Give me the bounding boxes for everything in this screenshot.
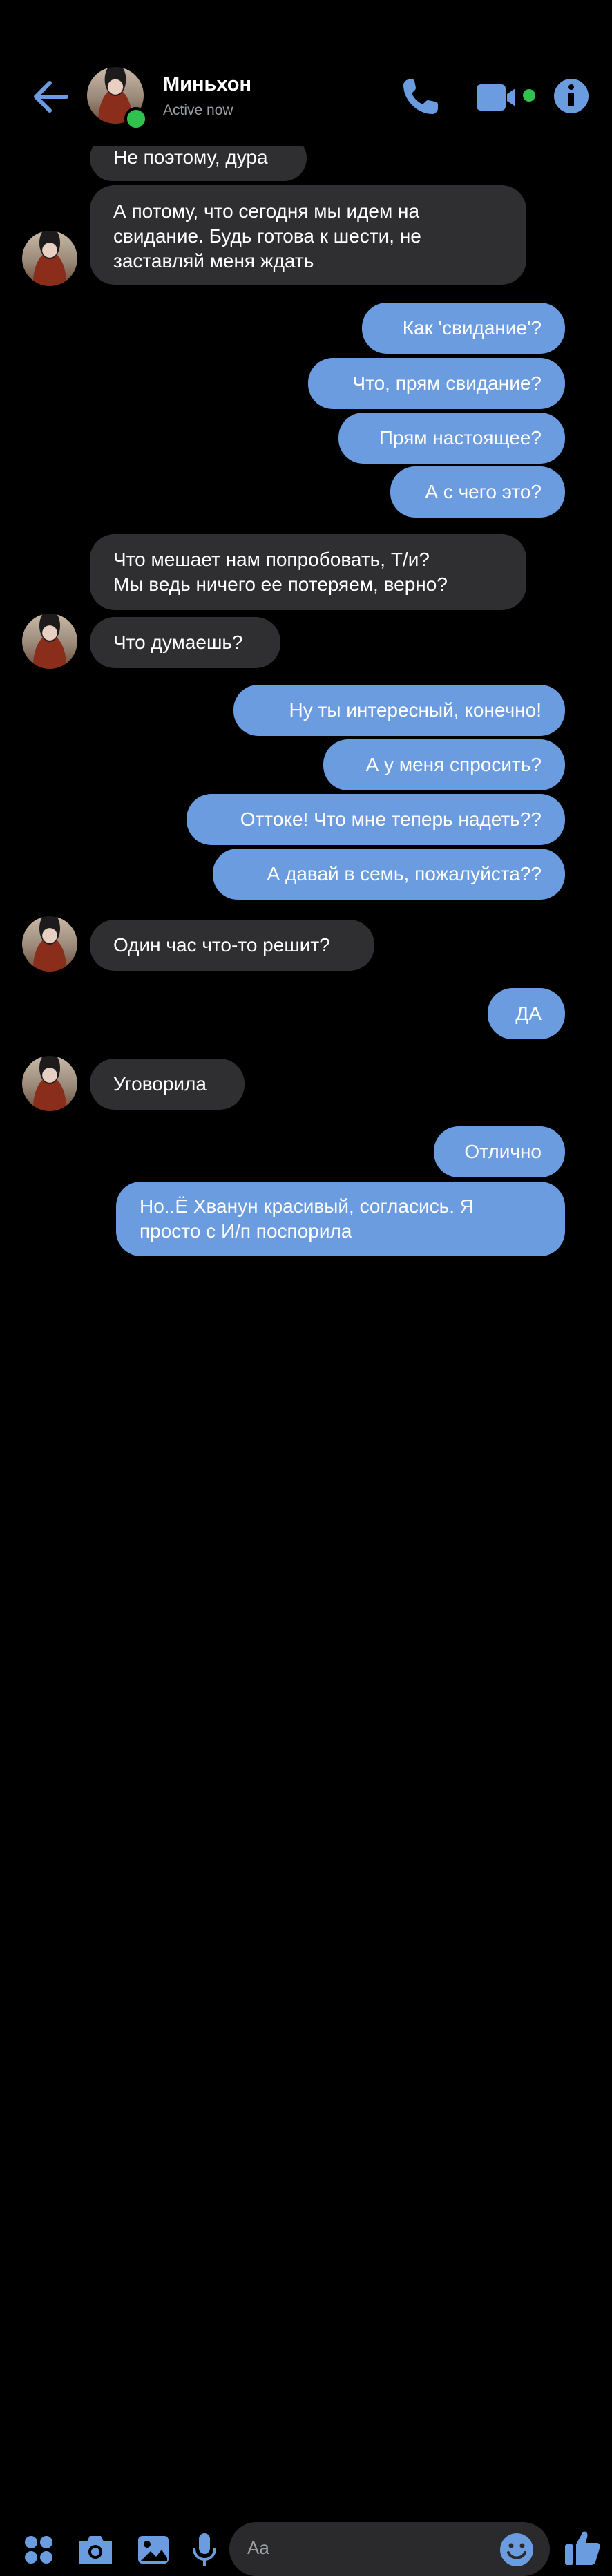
message-outgoing[interactable]: Как 'свидание'? xyxy=(362,303,565,354)
chat-header: Миньхон Active now xyxy=(0,0,612,146)
info-icon[interactable] xyxy=(553,77,590,115)
message-outgoing[interactable]: Что, прям свидание? xyxy=(308,358,565,409)
camera-icon[interactable] xyxy=(76,2533,115,2566)
message-outgoing[interactable]: Оттоке! Что мне теперь надеть?? xyxy=(187,794,565,845)
message-incoming[interactable]: Что мешает нам попробовать, Т/и? Мы ведь… xyxy=(90,534,526,610)
message-incoming[interactable]: Один час что-то решит? xyxy=(90,920,374,971)
contact-avatar-small[interactable] xyxy=(22,916,77,972)
gallery-icon[interactable] xyxy=(137,2533,170,2566)
phone-icon[interactable] xyxy=(401,77,442,117)
message-outgoing[interactable]: А с чего это? xyxy=(390,466,565,518)
back-arrow-icon[interactable] xyxy=(30,77,72,116)
message-outgoing[interactable]: А у меня спросить? xyxy=(323,739,565,790)
microphone-icon[interactable] xyxy=(191,2532,218,2568)
contact-name[interactable]: Миньхон xyxy=(163,73,251,96)
message-outgoing[interactable]: ДА xyxy=(488,988,565,1039)
apps-grid-icon[interactable] xyxy=(23,2535,54,2565)
message-outgoing[interactable]: Прям настоящее? xyxy=(338,413,565,464)
message-outgoing[interactable]: Ну ты интересный, конечно! xyxy=(233,685,565,736)
message-outgoing[interactable]: А давай в семь, пожалуйста?? xyxy=(213,849,565,900)
contact-avatar-small[interactable] xyxy=(22,231,77,286)
contact-avatar-small[interactable] xyxy=(22,614,77,669)
video-camera-icon[interactable] xyxy=(475,80,537,115)
emoji-icon[interactable] xyxy=(499,2532,535,2568)
thumbs-up-icon[interactable] xyxy=(564,2529,601,2566)
online-indicator xyxy=(124,107,148,131)
message-input[interactable]: Aa xyxy=(229,2522,550,2576)
message-incoming[interactable]: Что думаешь? xyxy=(90,617,280,668)
contact-avatar-small[interactable] xyxy=(22,1056,77,1111)
composer-bar: Aa xyxy=(0,1258,612,2576)
message-outgoing[interactable]: Но..Ё Хванун красивый, согласись. Я прос… xyxy=(116,1182,565,1256)
message-outgoing[interactable]: Отлично xyxy=(434,1126,565,1177)
message-incoming[interactable]: Уговорила xyxy=(90,1059,245,1110)
message-incoming[interactable]: А потому, что сегодня мы идем на свидани… xyxy=(90,185,526,285)
contact-status: Active now xyxy=(163,102,233,118)
input-placeholder: Aa xyxy=(247,2537,269,2558)
